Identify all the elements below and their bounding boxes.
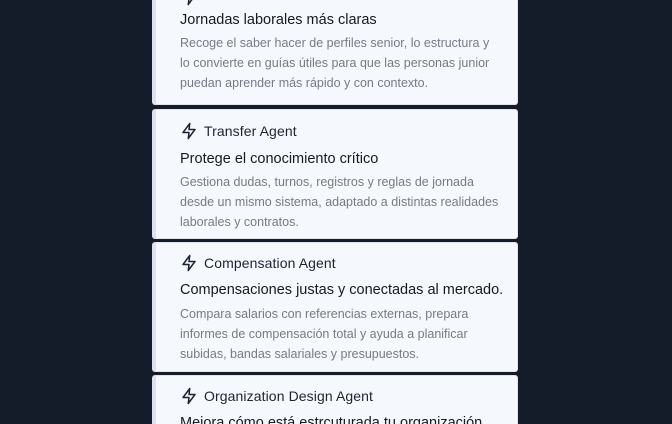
agent-name: Transfer Agent xyxy=(204,123,297,139)
card-title: Jornadas laborales más claras xyxy=(180,12,377,28)
card-description: Compara salarios con referencias externa… xyxy=(180,307,469,361)
agent-card-organization-design[interactable]: Organization Design Agent Mejora cómo es… xyxy=(152,375,518,424)
bolt-icon xyxy=(180,0,198,6)
agent-card-compensation[interactable]: Compensation Agent Compensaciones justas… xyxy=(152,242,518,372)
card-title: Mejora cómo está estrcuturada tu organiz… xyxy=(180,415,483,424)
bolt-icon xyxy=(180,254,198,272)
agent-card-header: Organization Design Agent xyxy=(180,384,373,408)
bolt-icon xyxy=(180,387,198,405)
bolt-icon xyxy=(180,122,198,140)
agent-name: Organization Design Agent xyxy=(204,388,374,404)
agent-card-header: Transfer Agent xyxy=(180,119,297,143)
agent-card-header: Compensation Agent xyxy=(180,251,336,275)
agents-list-page: Jornadas laborales más claras Recoge el … xyxy=(0,0,672,424)
agent-card-header xyxy=(180,0,204,9)
card-description: Gestiona dudas, turnos, registros y regl… xyxy=(180,175,499,229)
agent-card-0[interactable]: Jornadas laborales más claras Recoge el … xyxy=(152,0,518,105)
card-title: Protege el conocimiento crítico xyxy=(180,151,379,167)
card-description: Recoge el saber hacer de perfiles senior… xyxy=(180,36,490,90)
agent-name: Compensation Agent xyxy=(204,255,336,271)
agent-card-transfer[interactable]: Transfer Agent Protege el conocimiento c… xyxy=(152,109,518,239)
card-title: Compensaciones justas y conectadas al me… xyxy=(180,282,504,298)
